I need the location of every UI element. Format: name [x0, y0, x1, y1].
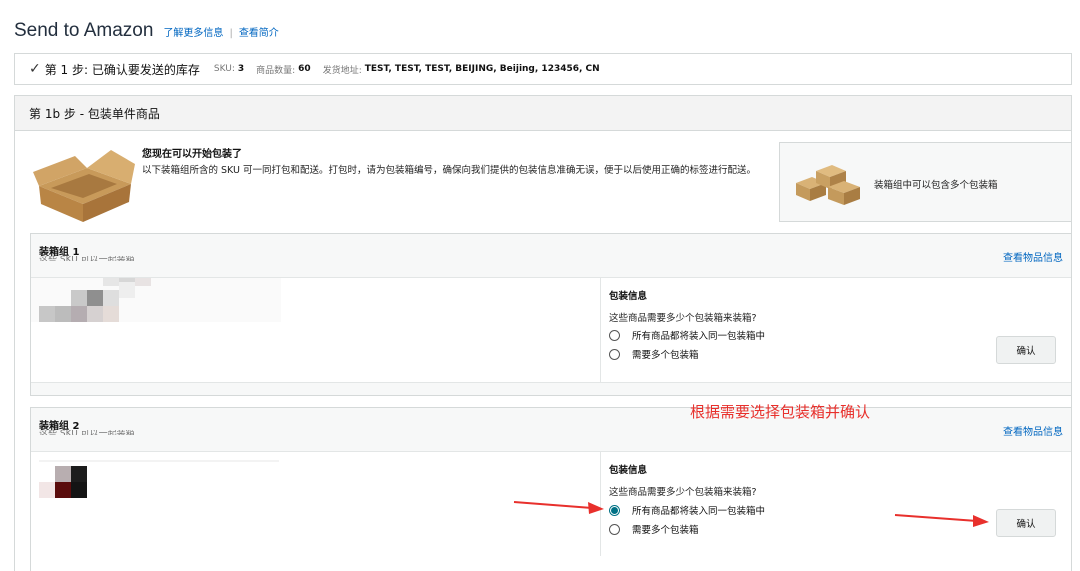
product-image-pane — [31, 278, 601, 382]
ship-from-value: TEST, TEST, TEST, BEIJING, Beijing, 1234… — [364, 64, 600, 74]
group-header: 装箱组 1 这些 SKU 可以一起装箱 查看物品信息 — [31, 234, 1071, 278]
header-separator: | — [229, 28, 233, 39]
option-label: 所有商品都将装入同一包装箱中 — [632, 506, 766, 517]
group-subtitle: 这些 SKU 可以一起装箱 — [39, 256, 135, 261]
confirm-button[interactable]: 确认 — [996, 509, 1056, 537]
option-label: 需要多个包装箱 — [632, 350, 699, 361]
check-icon: ✓ — [29, 61, 41, 77]
radio-button[interactable] — [609, 523, 620, 535]
qty-label: 商品数量: — [256, 65, 296, 76]
group-footer — [31, 382, 1071, 395]
packing-group-2: 装箱组 2 这些 SKU 可以一起装箱 查看物品信息 包装信息 这些商品需要多少… — [30, 407, 1072, 571]
radio-button-selected[interactable] — [609, 504, 620, 516]
blurred-product-image — [31, 278, 281, 322]
packing-info-title: 包装信息 — [609, 291, 648, 302]
step1-summary: ✓ 第 1 步: 已确认要发送的库存 SKU: 3 商品数量: 60 发货地址:… — [14, 53, 1072, 85]
packing-info-title: 包装信息 — [609, 465, 648, 476]
packing-question: 这些商品需要多少个包装箱来装箱? — [609, 487, 757, 498]
annotation-text: 根据需要选择包装箱并确认 — [690, 403, 871, 421]
open-box-icon — [33, 150, 135, 222]
radio-button[interactable] — [609, 329, 620, 341]
stacked-boxes-icon — [796, 165, 860, 205]
sku-value: 3 — [237, 64, 245, 74]
radio-button[interactable] — [609, 348, 620, 360]
option-label: 所有商品都将装入同一包装箱中 — [632, 331, 766, 342]
qty-value: 60 — [298, 64, 311, 74]
promo-panel: 装箱组中可以包含多个包装箱 — [779, 142, 1072, 222]
step1b-title: 第 1b 步 - 包装单件商品 — [15, 96, 1071, 131]
view-intro-link[interactable]: 查看简介 — [239, 24, 279, 39]
option-single-box[interactable]: 所有商品都将装入同一包装箱中 — [609, 328, 765, 342]
intro-text: 以下装箱组所含的 SKU 可一同打包和配送。打包时，请为包装箱编号，确保向我们提… — [142, 165, 756, 176]
confirm-button[interactable]: 确认 — [996, 336, 1056, 364]
page-header: Send to Amazon 了解更多信息 | 查看简介 — [14, 20, 279, 46]
view-items-link[interactable]: 查看物品信息 — [1003, 423, 1063, 438]
view-items-link[interactable]: 查看物品信息 — [1003, 249, 1063, 264]
packing-question: 这些商品需要多少个包装箱来装箱? — [609, 313, 757, 324]
group-body: 包装信息 这些商品需要多少个包装箱来装箱? 所有商品都将装入同一包装箱中 需要多… — [31, 278, 1071, 382]
arrow-to-radio-icon — [513, 501, 604, 514]
option-single-box[interactable]: 所有商品都将装入同一包装箱中 — [609, 503, 765, 517]
arrow-to-confirm-icon — [894, 514, 989, 527]
option-multiple-boxes[interactable]: 需要多个包装箱 — [609, 347, 699, 361]
page-title: Send to Amazon — [14, 20, 154, 41]
promo-text: 装箱组中可以包含多个包装箱 — [874, 180, 998, 191]
ship-from-label: 发货地址: — [322, 65, 362, 76]
group-subtitle: 这些 SKU 可以一起装箱 — [39, 430, 135, 435]
group-header: 装箱组 2 这些 SKU 可以一起装箱 查看物品信息 — [31, 408, 1071, 452]
intro-title: 您现在可以开始包装了 — [142, 149, 242, 160]
step1-label: 第 1 步: 已确认要发送的库存 — [44, 62, 200, 77]
learn-more-link[interactable]: 了解更多信息 — [163, 24, 223, 39]
blurred-product-image — [39, 460, 279, 498]
option-label: 需要多个包装箱 — [632, 525, 699, 536]
sku-label: SKU: — [213, 64, 235, 74]
option-multiple-boxes[interactable]: 需要多个包装箱 — [609, 522, 699, 536]
packing-group-1: 装箱组 1 这些 SKU 可以一起装箱 查看物品信息 包装信息 这些商品需要多少… — [30, 233, 1072, 396]
